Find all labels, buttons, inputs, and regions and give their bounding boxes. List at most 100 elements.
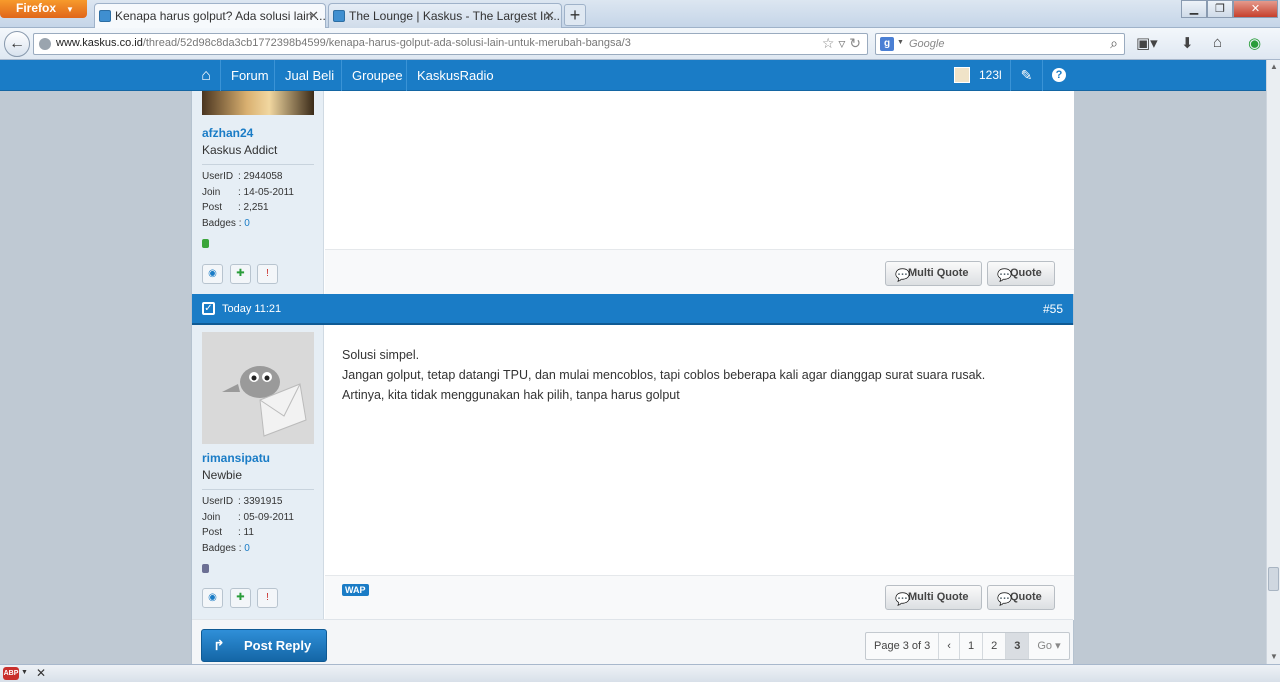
speech-bubble-icon: 💬 — [997, 268, 1012, 282]
reload-icon[interactable]: ↻ — [849, 35, 861, 51]
scrollbar-thumb[interactable] — [1268, 567, 1279, 591]
close-icon[interactable]: ✕ — [308, 8, 319, 24]
user-avatar[interactable] — [954, 67, 970, 83]
close-icon[interactable]: ✕ — [36, 666, 46, 680]
url-bar[interactable]: www.kaskus.co.id/thread/52d98c8da3cb1772… — [33, 33, 868, 55]
globe-icon — [39, 38, 51, 50]
username-link[interactable]: rimansipatu — [202, 451, 270, 465]
browser-navigation-bar: ← www.kaskus.co.id/thread/52d98c8da3cb17… — [0, 28, 1280, 60]
post-line: Artinya, kita tidak menggunakan hak pili… — [342, 388, 680, 402]
kaskus-favicon-icon — [99, 10, 111, 22]
firefox-menu-label: Firefox — [16, 1, 57, 15]
url-bar-icons: ☆ ▿ ↻ — [822, 35, 861, 52]
url-domain: www.kaskus.co.id — [56, 37, 143, 49]
post-line: Solusi simpel. — [342, 348, 420, 362]
post-author-panel: afzhan24 Kaskus Addict UserID: 2944058 J… — [192, 91, 324, 294]
pencil-icon[interactable]: ✎ — [1010, 60, 1042, 91]
post-footer: 💬 Multi Quote 💬 Quote — [325, 249, 1074, 294]
post-body: Solusi simpel. Jangan golput, tetap data… — [325, 325, 1074, 575]
speech-bubble-icon: 💬 — [895, 268, 910, 282]
chevron-down-icon: ▼ — [66, 5, 74, 14]
go-to-page-button[interactable]: Go ▾ — [1029, 633, 1068, 659]
divider — [202, 164, 314, 165]
username-link[interactable]: afzhan24 — [202, 126, 253, 140]
page-summary: Page 3 of 3 — [866, 633, 940, 659]
message-icon[interactable]: ✚ — [230, 264, 251, 284]
post-header: ✓ Today 11:21 #55 — [192, 294, 1073, 325]
page-scrollbar[interactable]: ▲ ▼ — [1266, 60, 1280, 664]
help-button[interactable]: ? — [1042, 60, 1074, 91]
search-icon[interactable]: ⌕ — [1110, 35, 1118, 52]
post-author-panel: rimansipatu Newbie UserID: 3391915 Join:… — [192, 325, 324, 619]
thread-container: afzhan24 Kaskus Addict UserID: 2944058 J… — [191, 91, 1074, 664]
browser-tab-active[interactable]: Kenapa harus golput? Ada solusi lain ...… — [94, 3, 326, 28]
chevron-down-icon: ▼ — [897, 39, 904, 46]
chevron-down-icon[interactable]: ▿ — [838, 35, 845, 51]
search-input[interactable]: g ▼ Google ⌕ — [875, 33, 1125, 55]
page-link[interactable]: 1 — [960, 633, 984, 659]
online-status-indicator — [202, 239, 209, 248]
browser-tab-title: Kenapa harus golput? Ada solusi lain ... — [115, 9, 326, 23]
user-name-link[interactable]: 123l — [979, 60, 1002, 91]
kaskus-top-nav: ⌂ Forum Jual Beli Groupee KaskusRadio 12… — [0, 60, 1266, 91]
user-avatar[interactable] — [202, 91, 314, 115]
nav-jual-beli[interactable]: Jual Beli — [274, 60, 344, 91]
home-icon[interactable]: ⌂ — [196, 66, 216, 86]
prev-page-button[interactable]: ‹ — [939, 633, 960, 659]
nav-groupee[interactable]: Groupee — [341, 60, 413, 91]
wap-icon: WAP — [342, 584, 369, 596]
star-icon[interactable]: ☆ — [822, 35, 835, 51]
bookmarks-icon[interactable]: ▣▾ — [1136, 34, 1158, 52]
post-line: Jangan golput, tetap datangi TPU, dan mu… — [342, 368, 986, 382]
browser-tab-title: The Lounge | Kaskus - The Largest In... — [349, 9, 561, 23]
question-icon: ? — [1052, 68, 1066, 82]
minimize-button[interactable]: ▁ — [1181, 0, 1207, 18]
maximize-button[interactable]: ❐ — [1207, 0, 1233, 18]
profile-icon[interactable]: ◉ — [202, 588, 223, 608]
home-icon[interactable]: ⌂ — [1213, 34, 1222, 51]
back-button[interactable]: ← — [4, 31, 30, 57]
user-rank: Newbie — [202, 468, 243, 482]
speech-bubble-icon: 💬 — [997, 592, 1012, 606]
firefox-menu-button[interactable]: Firefox ▼ — [0, 0, 87, 18]
nav-kaskusradio[interactable]: KaskusRadio — [406, 60, 504, 91]
pagination: Page 3 of 3 ‹ 1 2 3 Go ▾ — [865, 632, 1070, 660]
checkbox-icon[interactable]: ✓ — [202, 302, 215, 315]
nav-forum[interactable]: Forum — [220, 60, 279, 91]
reply-bar: ↱ Post Reply Page 3 of 3 ‹ 1 2 3 Go ▾ — [192, 619, 1073, 664]
quote-button[interactable]: 💬 Quote — [987, 261, 1055, 286]
post-number-link[interactable]: #55 — [1043, 302, 1063, 316]
chevron-down-icon[interactable]: ▼ — [21, 669, 28, 676]
post-reply-button[interactable]: ↱ Post Reply — [201, 629, 327, 662]
speech-bubble-icon: 💬 — [895, 592, 910, 606]
message-icon[interactable]: ✚ — [230, 588, 251, 608]
user-rank: Kaskus Addict — [202, 143, 278, 157]
page-link-current[interactable]: 3 — [1006, 633, 1030, 659]
close-icon[interactable]: ✕ — [544, 8, 555, 24]
adblock-plus-icon[interactable]: ABP — [3, 667, 19, 680]
download-icon[interactable]: ⬇ — [1181, 34, 1194, 52]
browser-tab[interactable]: The Lounge | Kaskus - The Largest In... … — [328, 3, 562, 28]
close-window-button[interactable]: ✕ — [1233, 0, 1278, 18]
search-placeholder: Google — [909, 38, 945, 50]
kaskus-favicon-icon — [333, 10, 345, 22]
multi-quote-button[interactable]: 💬 Multi Quote — [885, 261, 982, 286]
addon-icon[interactable]: ◉ — [1248, 34, 1261, 52]
multi-quote-button[interactable]: 💬 Multi Quote — [885, 585, 982, 610]
google-icon[interactable]: g — [880, 37, 894, 51]
divider — [202, 489, 314, 490]
report-icon[interactable]: ! — [257, 264, 278, 284]
post-body — [325, 91, 1074, 249]
user-stats: UserID: 2944058 Join: 14-05-2011 Post: 2… — [202, 171, 294, 229]
post-timestamp: Today 11:21 — [222, 303, 282, 315]
scroll-down-arrow-icon[interactable]: ▼ — [1267, 650, 1280, 664]
page-link[interactable]: 2 — [983, 633, 1007, 659]
scroll-up-arrow-icon[interactable]: ▲ — [1267, 60, 1280, 74]
new-tab-button[interactable]: + — [564, 4, 586, 26]
user-avatar[interactable] — [202, 332, 314, 444]
profile-icon[interactable]: ◉ — [202, 264, 223, 284]
url-text: www.kaskus.co.id/thread/52d98c8da3cb1772… — [56, 37, 631, 49]
report-icon[interactable]: ! — [257, 588, 278, 608]
user-stats: UserID: 3391915 Join: 05-09-2011 Post: 1… — [202, 496, 294, 554]
quote-button[interactable]: 💬 Quote — [987, 585, 1055, 610]
